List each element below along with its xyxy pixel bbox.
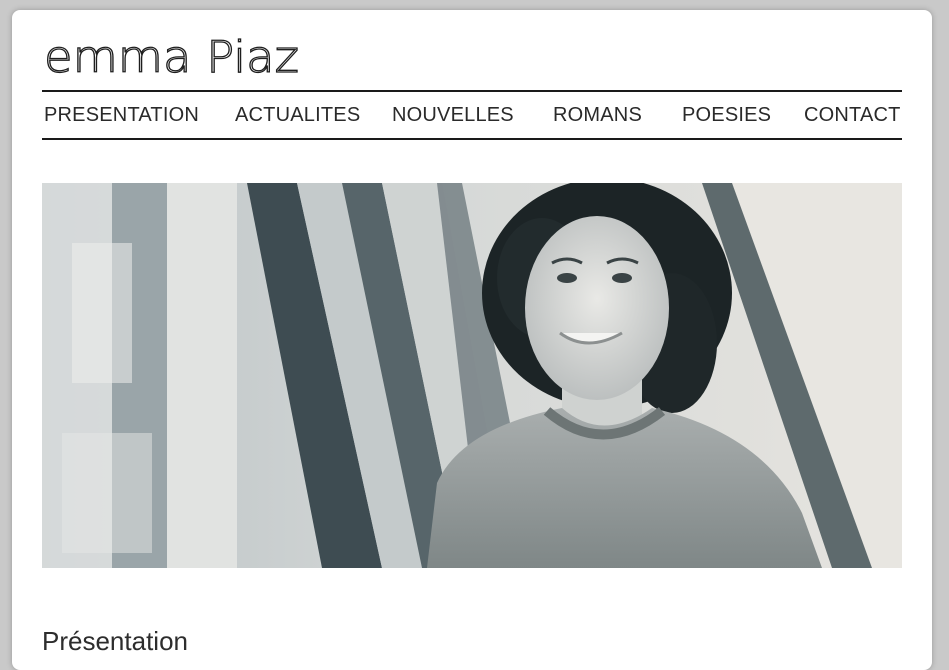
site-logo[interactable]: emma Piaz — [44, 32, 304, 80]
main-navigation: PRESENTATION ACTUALITES NOUVELLES ROMANS… — [42, 90, 902, 140]
nav-item-nouvelles[interactable]: NOUVELLES — [392, 104, 514, 127]
hero-portrait-illustration — [42, 183, 902, 568]
page-card: emma Piaz PRESENTATION ACTUALITES NOUVEL… — [12, 10, 932, 670]
brand-name-text: emma Piaz — [44, 32, 299, 80]
nav-item-presentation[interactable]: PRESENTATION — [44, 104, 199, 127]
page-title: Présentation — [42, 625, 188, 656]
brand-logo-graphic: emma Piaz — [44, 32, 300, 80]
nav-item-contact[interactable]: CONTACT — [804, 104, 901, 127]
nav-item-poesies[interactable]: POESIES — [682, 104, 771, 127]
hero-image — [42, 183, 902, 568]
nav-item-actualites[interactable]: ACTUALITES — [235, 104, 360, 127]
nav-item-romans[interactable]: ROMANS — [553, 104, 642, 127]
